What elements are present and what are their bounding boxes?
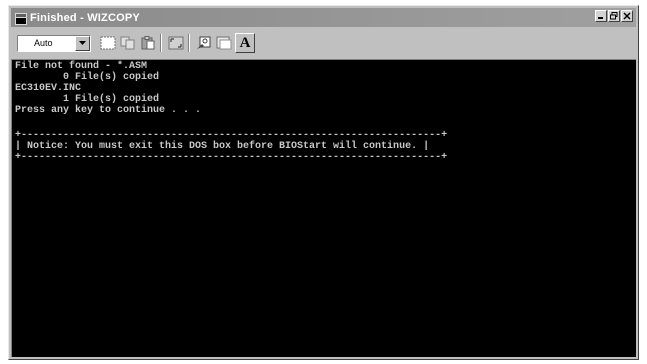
dropdown-arrow-icon[interactable]: [75, 35, 90, 51]
console-line: EC310EV.INC: [15, 83, 82, 94]
notice-border-bottom: +---------------------------------------…: [15, 152, 448, 163]
font-icon: A: [239, 34, 251, 51]
console-output[interactable]: File not found - *.ASM 0 File(s) copied …: [11, 59, 636, 357]
notice-message: | Notice: You must exit this DOS box bef…: [15, 141, 430, 152]
toolbar: Auto A: [11, 30, 636, 56]
minimize-button[interactable]: [595, 10, 607, 22]
notice-box: +---------------------------------------…: [15, 130, 447, 163]
msdos-icon[interactable]: [15, 12, 27, 25]
paste-icon[interactable]: [139, 34, 157, 52]
mark-icon[interactable]: [99, 34, 117, 52]
console-line: Press any key to continue . . .: [15, 105, 202, 116]
fullscreen-icon[interactable]: [167, 34, 185, 52]
properties-icon[interactable]: [195, 34, 213, 52]
font-button[interactable]: A: [235, 33, 255, 53]
notice-border-top: +---------------------------------------…: [15, 130, 448, 141]
restore-button[interactable]: [608, 10, 620, 22]
close-button[interactable]: [621, 10, 633, 22]
title-bar[interactable]: Finished - WIZCOPY: [11, 8, 636, 27]
console-line: 0 File(s) copied: [15, 72, 160, 83]
dos-window: Finished - WIZCOPY Auto A File not found…: [8, 5, 639, 360]
font-size-select[interactable]: Auto: [17, 34, 91, 52]
background-icon[interactable]: [215, 34, 233, 52]
copy-icon[interactable]: [119, 34, 137, 52]
console-line: File not found - *.ASM: [15, 61, 148, 72]
console-line: 1 File(s) copied: [15, 94, 160, 105]
font-size-value: Auto: [18, 35, 75, 51]
window-title: Finished - WIZCOPY: [30, 11, 140, 24]
console-text-block: File not found - *.ASM 0 File(s) copied …: [15, 61, 201, 116]
